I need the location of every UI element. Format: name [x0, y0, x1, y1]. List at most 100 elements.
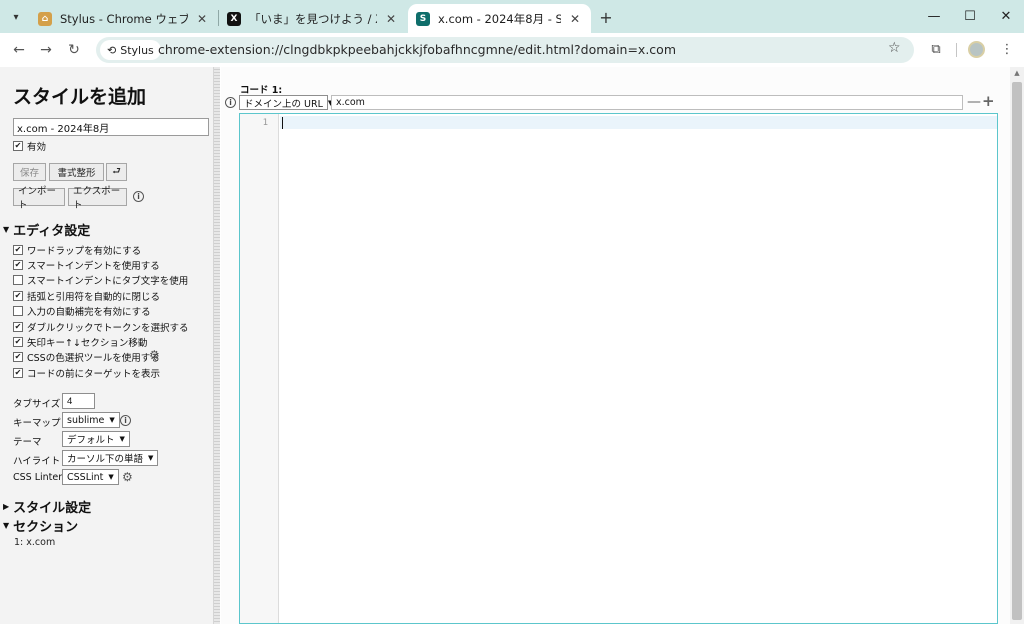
option-show-target-before-code[interactable]: ✔ コードの前にターゲットを表示	[13, 366, 160, 380]
option-label: 矢印キー↑↓セクション移動	[27, 338, 148, 349]
checkbox-check-icon: ✔	[13, 352, 23, 362]
active-line-highlight	[280, 116, 997, 129]
checkbox-check-icon: ✔	[13, 322, 23, 332]
webstore-favicon-icon: ⌂	[38, 11, 52, 26]
dropdown-arrow-icon: ▼	[119, 435, 125, 443]
checkbox-check-icon: ✔	[13, 245, 23, 255]
kebab-menu-icon[interactable]: ⋮	[996, 38, 1018, 60]
linter-settings-gear-icon[interactable]: ⚙	[122, 470, 133, 484]
toolbar-divider	[956, 43, 957, 57]
export-button[interactable]: エクスポート	[68, 186, 127, 211]
tab-stylus-webstore[interactable]: ⌂ Stylus - Chrome ウェブストア ✕	[30, 4, 218, 33]
option-label: コードの前にターゲットを表示	[27, 369, 161, 380]
site-info-chip[interactable]: ⟲ Stylus	[100, 40, 161, 60]
dropdown-arrow-icon: ▼	[108, 473, 114, 481]
enabled-label: 有効	[27, 142, 47, 153]
option-label: 括弧と引用符を自動的に閉じる	[27, 292, 161, 303]
forward-arrow-icon[interactable]: →	[35, 39, 57, 61]
back-arrow-icon[interactable]: ←	[8, 39, 30, 61]
style-settings-heading-label: スタイル設定	[13, 501, 92, 516]
css-linter-value: CSSLint	[67, 471, 104, 483]
code-section-label: コード 1:	[240, 85, 283, 96]
css-linter-select[interactable]: CSSLint ▼	[62, 469, 119, 485]
checkbox-empty	[13, 306, 23, 316]
save-button[interactable]: 保存	[13, 163, 46, 181]
option-word-wrap[interactable]: ✔ ワードラップを有効にする	[13, 243, 141, 257]
option-indent-with-tabs[interactable]: スマートインデントにタブ文字を使用	[13, 273, 188, 287]
theme-value: デフォルト	[67, 435, 115, 446]
keymap-info-icon[interactable]: i	[120, 415, 131, 426]
keymap-select[interactable]: sublime ▼	[62, 412, 120, 428]
section-list-item[interactable]: 1: x.com	[14, 537, 55, 548]
sidebar-resize-handle[interactable]	[214, 67, 220, 624]
text-cursor	[282, 117, 283, 129]
line-number: 1	[262, 118, 268, 128]
keymap-label: キーマップ	[13, 418, 61, 429]
applies-to-type-select[interactable]: ドメイン上の URL▼	[239, 95, 333, 110]
code-editor[interactable]: 1	[239, 113, 998, 624]
bookmark-star-icon[interactable]: ☆	[888, 40, 901, 56]
option-label: CSSの色選択ツールを使用する	[27, 353, 160, 364]
tab-search-chevron-icon[interactable]: ▾	[6, 7, 26, 27]
tab-title: 「いま」を見つけよう / X	[249, 11, 377, 26]
editor-settings-heading-label: エディタ設定	[13, 224, 91, 239]
style-name-input[interactable]	[13, 118, 209, 136]
option-select-by-token[interactable]: ✔ ダブルクリックでトークンを選択する	[13, 320, 189, 334]
profile-avatar[interactable]	[968, 41, 985, 58]
tab-stylus-editor[interactable]: S x.com - 2024年8月 - Stylus ✕	[408, 4, 591, 33]
url-text[interactable]: chrome-extension://clngdbkpkpeebahjckkjf…	[158, 42, 676, 57]
style-settings-heading[interactable]: ▶ スタイル設定	[3, 497, 91, 516]
option-arrow-keys-section-nav[interactable]: ✔ 矢印キー↑↓セクション移動	[13, 335, 147, 349]
editor-settings-heading[interactable]: ▼ エディタ設定	[3, 220, 90, 239]
close-icon[interactable]: ✕	[194, 11, 210, 27]
import-button[interactable]: インポート	[13, 186, 65, 211]
tab-size-input[interactable]	[62, 393, 95, 409]
applies-to-info-icon[interactable]: i	[225, 97, 236, 108]
tab-title: x.com - 2024年8月 - Stylus	[438, 11, 561, 26]
checkbox-check-icon: ✔	[13, 260, 23, 270]
page-title: スタイルを追加	[13, 86, 147, 108]
expanded-triangle-icon: ▼	[3, 521, 10, 530]
option-auto-close-brackets[interactable]: ✔ 括弧と引用符を自動的に閉じる	[13, 289, 160, 303]
option-autocomplete[interactable]: 入力の自動補完を有効にする	[13, 304, 151, 318]
css-linter-label: CSS Linter	[13, 472, 63, 483]
extension-puzzle-icon: ⟲	[107, 43, 117, 57]
sections-heading[interactable]: ▼ セクション	[3, 516, 78, 535]
window-close-icon[interactable]: ✕	[984, 4, 1024, 28]
color-picker-gear-icon[interactable]: ⚙	[149, 348, 160, 362]
checkbox-check-icon: ✔	[13, 368, 23, 378]
theme-label: テーマ	[13, 437, 42, 448]
scroll-up-arrow-icon[interactable]: ▲	[1012, 68, 1022, 78]
dropdown-arrow-icon: ▼	[109, 416, 115, 424]
sections-heading-label: セクション	[13, 520, 79, 535]
line-number-gutter: 1	[240, 114, 279, 623]
enabled-checkbox[interactable]: ✔ 有効	[13, 139, 46, 153]
option-label: ダブルクリックでトークンを選択する	[27, 323, 189, 334]
close-icon[interactable]: ✕	[567, 11, 583, 27]
theme-select[interactable]: デフォルト ▼	[62, 431, 130, 447]
word-wrap-toggle-button[interactable]: ⮐	[106, 163, 127, 181]
site-chip-label: Stylus	[120, 43, 154, 57]
add-target-plus-icon[interactable]: +	[982, 94, 995, 109]
checkbox-check-icon: ✔	[13, 291, 23, 301]
highlight-value: カーソル下の単語	[67, 454, 144, 465]
dropdown-arrow-icon: ▼	[148, 454, 154, 462]
option-label: ワードラップを有効にする	[27, 246, 142, 257]
option-color-picker[interactable]: ✔ CSSの色選択ツールを使用する	[13, 350, 160, 364]
close-icon[interactable]: ✕	[383, 11, 399, 27]
stylus-favicon-icon: S	[416, 11, 430, 26]
extensions-icon[interactable]: ⧉	[925, 38, 947, 60]
tab-title: Stylus - Chrome ウェブストア	[60, 11, 188, 26]
info-icon[interactable]: i	[133, 191, 144, 202]
reload-icon[interactable]: ↻	[63, 39, 85, 61]
new-tab-plus-icon[interactable]: +	[596, 7, 616, 27]
highlight-label: ハイライト	[13, 456, 61, 467]
tab-x-home[interactable]: X 「いま」を見つけよう / X ✕	[219, 4, 407, 33]
applies-to-value-input[interactable]	[331, 95, 963, 110]
highlight-select[interactable]: カーソル下の単語 ▼	[62, 450, 159, 466]
x-logo-icon: X	[227, 11, 241, 26]
remove-target-minus-icon[interactable]: —	[967, 95, 981, 109]
scrollbar-thumb[interactable]	[1012, 82, 1022, 620]
option-smart-indent[interactable]: ✔ スマートインデントを使用する	[13, 258, 160, 272]
format-button[interactable]: 書式整形	[49, 163, 104, 181]
